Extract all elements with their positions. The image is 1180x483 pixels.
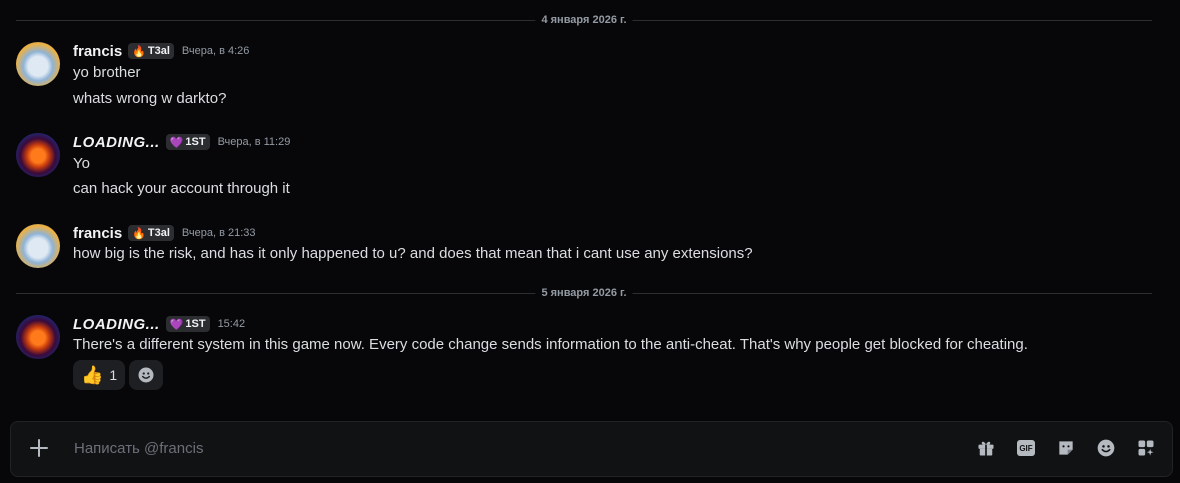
message-group: LOADING... 💜 1ST 15:42 There's a differe… <box>16 315 1152 395</box>
timestamp: Вчера, в 4:26 <box>181 45 250 57</box>
guild-tag-label: 1ST <box>185 136 206 148</box>
date-divider-label: 4 января 2026 г. <box>535 12 633 28</box>
message-header: francis 🔥 T3al Вчера, в 4:26 <box>73 42 249 60</box>
username[interactable]: francis <box>73 225 122 242</box>
avatar[interactable] <box>16 42 60 86</box>
add-reaction-icon <box>138 367 154 383</box>
gift-icon <box>978 441 994 456</box>
guild-tag[interactable]: 💜 1ST <box>165 316 210 332</box>
composer-tools: GIF <box>976 438 1156 458</box>
message-text: whats wrong w darkto? <box>73 90 227 107</box>
timestamp: 15:42 <box>217 318 246 330</box>
reactions-bar: 👍 1 <box>73 360 164 390</box>
avatar[interactable] <box>16 224 60 268</box>
message-composer: Написать @francis GIF <box>10 421 1173 477</box>
reaction-thumbs-up[interactable]: 👍 1 <box>73 360 126 390</box>
gift-button[interactable] <box>976 438 996 458</box>
heart-icon: 💜 <box>169 318 184 331</box>
apps-button[interactable] <box>1136 438 1156 458</box>
guild-tag-label: T3al <box>147 227 170 239</box>
flame-icon: 🔥 <box>132 45 146 58</box>
message-input[interactable]: Написать @francis <box>74 440 203 457</box>
message-header: LOADING... 💜 1ST Вчера, в 11:29 <box>73 133 290 151</box>
plus-icon <box>30 439 48 457</box>
date-divider: 4 января 2026 г. <box>16 12 1152 28</box>
add-reaction-button[interactable] <box>129 360 164 390</box>
timestamp: Вчера, в 11:29 <box>217 136 291 148</box>
emoji-icon <box>1097 439 1115 457</box>
date-divider: 5 января 2026 г. <box>16 285 1152 301</box>
avatar[interactable] <box>16 315 60 359</box>
guild-tag[interactable]: 🔥 T3al <box>128 225 174 241</box>
message-header: francis 🔥 T3al Вчера, в 21:33 <box>73 224 256 242</box>
username[interactable]: francis <box>73 43 122 60</box>
flame-icon: 🔥 <box>132 227 146 240</box>
date-divider-label: 5 января 2026 г. <box>535 285 633 301</box>
gif-button[interactable]: GIF <box>1016 438 1036 458</box>
username[interactable]: LOADING... <box>73 134 160 151</box>
message-header: LOADING... 💜 1ST 15:42 <box>73 315 245 333</box>
message-text: yo brother <box>73 64 141 81</box>
apps-icon <box>1138 440 1154 456</box>
sticker-button[interactable] <box>1056 438 1076 458</box>
message-text: can hack your account through it <box>73 180 290 197</box>
guild-tag-label: T3al <box>147 45 170 57</box>
gif-icon: GIF <box>1017 440 1035 456</box>
guild-tag[interactable]: 💜 1ST <box>165 134 210 150</box>
upload-button[interactable] <box>27 436 51 460</box>
username[interactable]: LOADING... <box>73 316 160 333</box>
message-group: francis 🔥 T3al Вчера, в 21:33 how big is… <box>16 224 1152 274</box>
guild-tag[interactable]: 🔥 T3al <box>128 43 174 59</box>
timestamp: Вчера, в 21:33 <box>181 227 256 239</box>
sticker-icon <box>1059 441 1073 455</box>
message-text: Yo <box>73 155 90 172</box>
thumbs-up-icon: 👍 <box>81 364 104 385</box>
heart-icon: 💜 <box>169 136 184 149</box>
message-text: There's a different system in this game … <box>73 336 1028 353</box>
guild-tag-label: 1ST <box>185 318 206 330</box>
message-group: francis 🔥 T3al Вчера, в 4:26 yo brother … <box>16 42 1152 112</box>
reaction-count: 1 <box>109 367 118 383</box>
message-group: LOADING... 💜 1ST Вчера, в 11:29 Yo can h… <box>16 133 1152 203</box>
avatar[interactable] <box>16 133 60 177</box>
message-text: how big is the risk, and has it only hap… <box>73 245 753 262</box>
emoji-button[interactable] <box>1096 438 1116 458</box>
